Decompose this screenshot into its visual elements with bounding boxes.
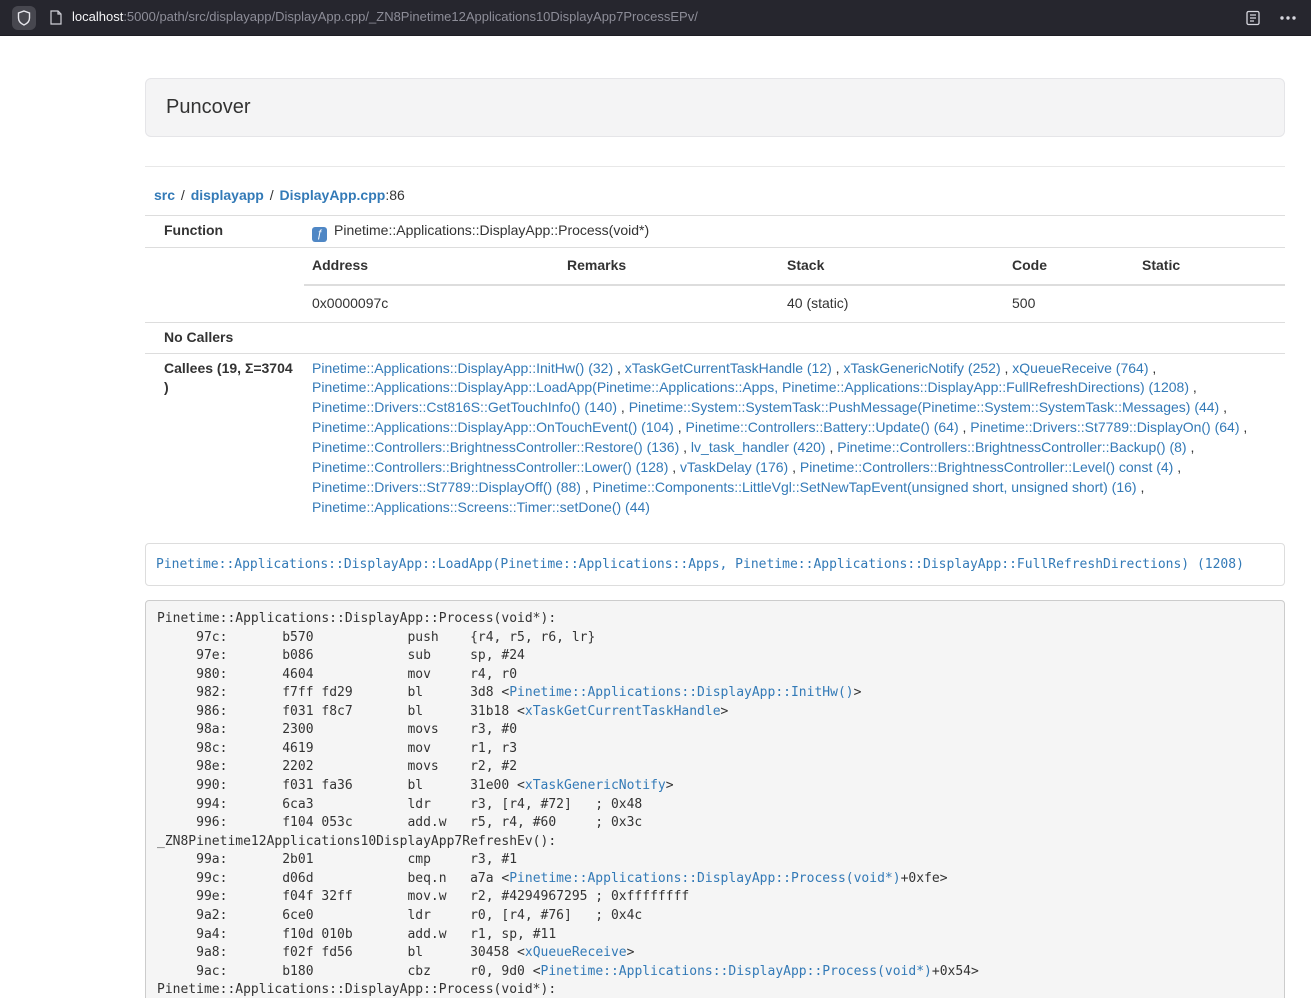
callee-link[interactable]: Pinetime::Drivers::Cst816S::GetTouchInfo… bbox=[312, 399, 617, 415]
toolbar-actions bbox=[1245, 10, 1297, 26]
address-value: 0x0000097c bbox=[304, 285, 559, 322]
url-text: localhost:5000/path/src/displayapp/Displ… bbox=[72, 8, 698, 27]
page-icon bbox=[50, 10, 62, 25]
column-remarks: Remarks bbox=[559, 248, 779, 285]
callee-separator: , bbox=[613, 360, 625, 376]
callees-list: Pinetime::Applications::DisplayApp::Init… bbox=[304, 353, 1285, 523]
callee-separator: , bbox=[674, 419, 686, 435]
callee-link[interactable]: Pinetime::System::SystemTask::PushMessag… bbox=[629, 399, 1220, 415]
reader-view-icon[interactable] bbox=[1245, 10, 1261, 26]
callee-link[interactable]: Pinetime::Applications::DisplayApp::Load… bbox=[312, 379, 1189, 395]
disassembly: Pinetime::Applications::DisplayApp::Proc… bbox=[145, 600, 1285, 998]
app-title: Puncover bbox=[166, 96, 251, 118]
callees-row: Callees (19, Σ=3704 ) Pinetime::Applicat… bbox=[145, 353, 1285, 523]
callee-link[interactable]: vTaskDelay (176) bbox=[680, 459, 788, 475]
stats-table: Address Remarks Stack Code Static 0x0000… bbox=[304, 248, 1285, 322]
no-callers-label: No Callers bbox=[145, 322, 304, 353]
callers-list bbox=[304, 322, 1285, 353]
breadcrumb-separator: / bbox=[270, 187, 274, 203]
callee-separator: , bbox=[832, 360, 844, 376]
highlighted-callee-link[interactable]: Pinetime::Applications::DisplayApp::Load… bbox=[156, 557, 1244, 572]
callee-separator: , bbox=[1240, 419, 1248, 435]
callee-separator: , bbox=[679, 439, 691, 455]
url-path: :5000/path/src/displayapp/DisplayApp.cpp… bbox=[123, 9, 698, 24]
callee-separator: , bbox=[1173, 459, 1181, 475]
function-label: Function bbox=[145, 215, 304, 247]
callee-link[interactable]: Pinetime::Applications::DisplayApp::Init… bbox=[312, 360, 613, 376]
callee-link[interactable]: lv_task_handler (420) bbox=[691, 439, 826, 455]
callee-separator: , bbox=[1137, 479, 1145, 495]
callee-link[interactable]: Pinetime::Controllers::Battery::Update()… bbox=[686, 419, 959, 435]
callee-separator: , bbox=[668, 459, 680, 475]
callee-separator: , bbox=[617, 399, 629, 415]
breadcrumb-separator: / bbox=[181, 187, 185, 203]
callee-link[interactable]: Pinetime::Components::LittleVgl::SetNewT… bbox=[593, 479, 1137, 495]
callee-link[interactable]: Pinetime::Controllers::BrightnessControl… bbox=[312, 459, 668, 475]
callee-separator: , bbox=[826, 439, 838, 455]
code-symbol-link[interactable]: Pinetime::Applications::DisplayApp::Proc… bbox=[541, 964, 932, 979]
callee-separator: , bbox=[1001, 360, 1013, 376]
breadcrumb-item-displayapp[interactable]: displayapp bbox=[191, 187, 264, 203]
callee-separator: , bbox=[1148, 360, 1156, 376]
stats-header-row: Address Remarks Stack Code Static bbox=[304, 248, 1285, 285]
callee-separator: , bbox=[788, 459, 800, 475]
highlighted-callee-box: Pinetime::Applications::DisplayApp::Load… bbox=[145, 543, 1285, 586]
remarks-value bbox=[559, 285, 779, 322]
function-row: Function Pinetime::Applications::Display… bbox=[145, 215, 1285, 247]
page: localhost:5000/path/src/displayapp/Displ… bbox=[0, 0, 1311, 998]
function-icon bbox=[312, 227, 327, 242]
column-address: Address bbox=[304, 248, 559, 285]
callee-link[interactable]: Pinetime::Drivers::St7789::DisplayOff() … bbox=[312, 479, 581, 495]
stats-row: Address Remarks Stack Code Static 0x0000… bbox=[145, 247, 1285, 322]
divider bbox=[145, 166, 1285, 167]
callee-link[interactable]: xQueueReceive (764) bbox=[1012, 360, 1148, 376]
callee-link[interactable]: xTaskGenericNotify (252) bbox=[843, 360, 1000, 376]
line-number: :86 bbox=[385, 187, 404, 203]
url-host: localhost bbox=[72, 9, 123, 24]
overflow-menu-icon[interactable] bbox=[1279, 10, 1297, 26]
callee-link[interactable]: Pinetime::Applications::DisplayApp::OnTo… bbox=[312, 419, 674, 435]
code-symbol-link[interactable]: xTaskGetCurrentTaskHandle bbox=[525, 704, 721, 719]
code-value: 500 bbox=[1004, 285, 1134, 322]
callee-separator: , bbox=[581, 479, 593, 495]
breadcrumb: src / displayapp / DisplayApp.cpp:86 bbox=[145, 186, 1285, 206]
code-symbol-link[interactable]: Pinetime::Applications::DisplayApp::Proc… bbox=[509, 871, 900, 886]
code-symbol-link[interactable]: xQueueReceive bbox=[525, 945, 627, 960]
callee-separator: , bbox=[1187, 439, 1195, 455]
shield-icon[interactable] bbox=[12, 6, 36, 30]
stats-values-row: 0x0000097c 40 (static) 500 bbox=[304, 285, 1285, 322]
stats-row-label bbox=[145, 247, 304, 322]
callee-link[interactable]: Pinetime::Applications::Screens::Timer::… bbox=[312, 499, 650, 515]
callee-link[interactable]: Pinetime::Controllers::BrightnessControl… bbox=[312, 439, 679, 455]
url-bar[interactable]: localhost:5000/path/src/displayapp/Displ… bbox=[50, 8, 1231, 27]
callee-separator: , bbox=[959, 419, 971, 435]
callee-link[interactable]: Pinetime::Controllers::BrightnessControl… bbox=[837, 439, 1186, 455]
app-header-panel: Puncover bbox=[145, 78, 1285, 137]
content: Puncover src / displayapp / DisplayApp.c… bbox=[145, 78, 1285, 998]
column-static: Static bbox=[1134, 248, 1285, 285]
static-value bbox=[1134, 285, 1285, 322]
callee-separator: , bbox=[1219, 399, 1227, 415]
callers-row: No Callers bbox=[145, 322, 1285, 353]
breadcrumb-item-file[interactable]: DisplayApp.cpp bbox=[280, 187, 386, 203]
code-symbol-link[interactable]: Pinetime::Applications::DisplayApp::Init… bbox=[509, 685, 853, 700]
symbol-table: Function Pinetime::Applications::Display… bbox=[145, 215, 1285, 524]
callee-link[interactable]: xTaskGetCurrentTaskHandle (12) bbox=[625, 360, 832, 376]
browser-toolbar: localhost:5000/path/src/displayapp/Displ… bbox=[0, 0, 1311, 36]
callees-label: Callees (19, Σ=3704 ) bbox=[145, 353, 304, 523]
breadcrumb-item-src[interactable]: src bbox=[154, 187, 175, 203]
function-name: Pinetime::Applications::DisplayApp::Proc… bbox=[334, 222, 649, 238]
column-code: Code bbox=[1004, 248, 1134, 285]
stack-value: 40 (static) bbox=[779, 285, 1004, 322]
shield-glyph bbox=[17, 10, 31, 26]
callee-separator: , bbox=[1189, 379, 1197, 395]
callee-link[interactable]: Pinetime::Drivers::St7789::DisplayOn() (… bbox=[970, 419, 1239, 435]
callee-link[interactable]: Pinetime::Controllers::BrightnessControl… bbox=[800, 459, 1173, 475]
code-symbol-link[interactable]: xTaskGenericNotify bbox=[525, 778, 666, 793]
column-stack: Stack bbox=[779, 248, 1004, 285]
